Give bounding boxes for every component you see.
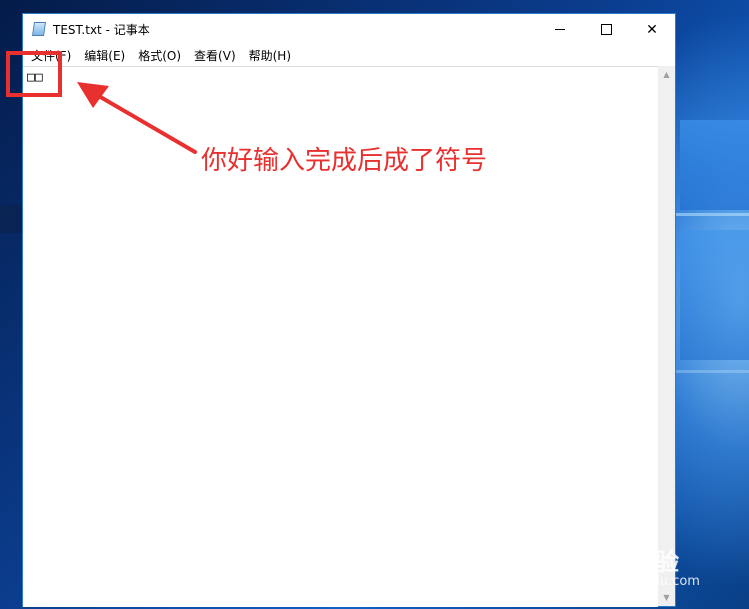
watermark-logo: Bai 经验 bbox=[580, 548, 680, 576]
vertical-scrollbar[interactable]: ▲ ▼ bbox=[658, 66, 675, 606]
close-button[interactable]: ✕ bbox=[629, 14, 675, 45]
annotation-text: 你好输入完成后成了符号 bbox=[201, 146, 488, 176]
minimize-button[interactable] bbox=[537, 14, 583, 45]
minimize-icon bbox=[555, 29, 565, 30]
menu-view[interactable]: 查看(V) bbox=[188, 47, 242, 64]
wallpaper-panel bbox=[680, 120, 749, 210]
baidu-watermark: Bai 经验 jingyan.baidu.com bbox=[580, 542, 740, 602]
watermark-url: jingyan.baidu.com bbox=[580, 574, 700, 589]
maximize-icon bbox=[600, 24, 612, 35]
annotation-arrow-icon bbox=[77, 82, 197, 154]
wallpaper-beam bbox=[676, 370, 749, 373]
wallpaper-panel bbox=[680, 230, 749, 360]
highlight-box bbox=[6, 51, 62, 97]
wallpaper-beam bbox=[676, 213, 749, 216]
wallpaper-shadow bbox=[0, 205, 22, 233]
title-bar[interactable]: TEST.txt - 记事本 ✕ bbox=[23, 14, 675, 45]
menu-format[interactable]: 格式(O) bbox=[132, 47, 187, 64]
scroll-up-icon[interactable]: ▲ bbox=[658, 66, 675, 83]
notepad-icon bbox=[32, 22, 46, 36]
menu-bar: 文件(F) 编辑(E) 格式(O) 查看(V) 帮助(H) bbox=[23, 45, 675, 65]
close-icon: ✕ bbox=[646, 21, 658, 38]
window-title: TEST.txt - 记事本 bbox=[53, 23, 150, 37]
menu-help[interactable]: 帮助(H) bbox=[243, 47, 297, 64]
maximize-button[interactable] bbox=[583, 14, 629, 45]
menu-edit[interactable]: 编辑(E) bbox=[78, 47, 131, 64]
